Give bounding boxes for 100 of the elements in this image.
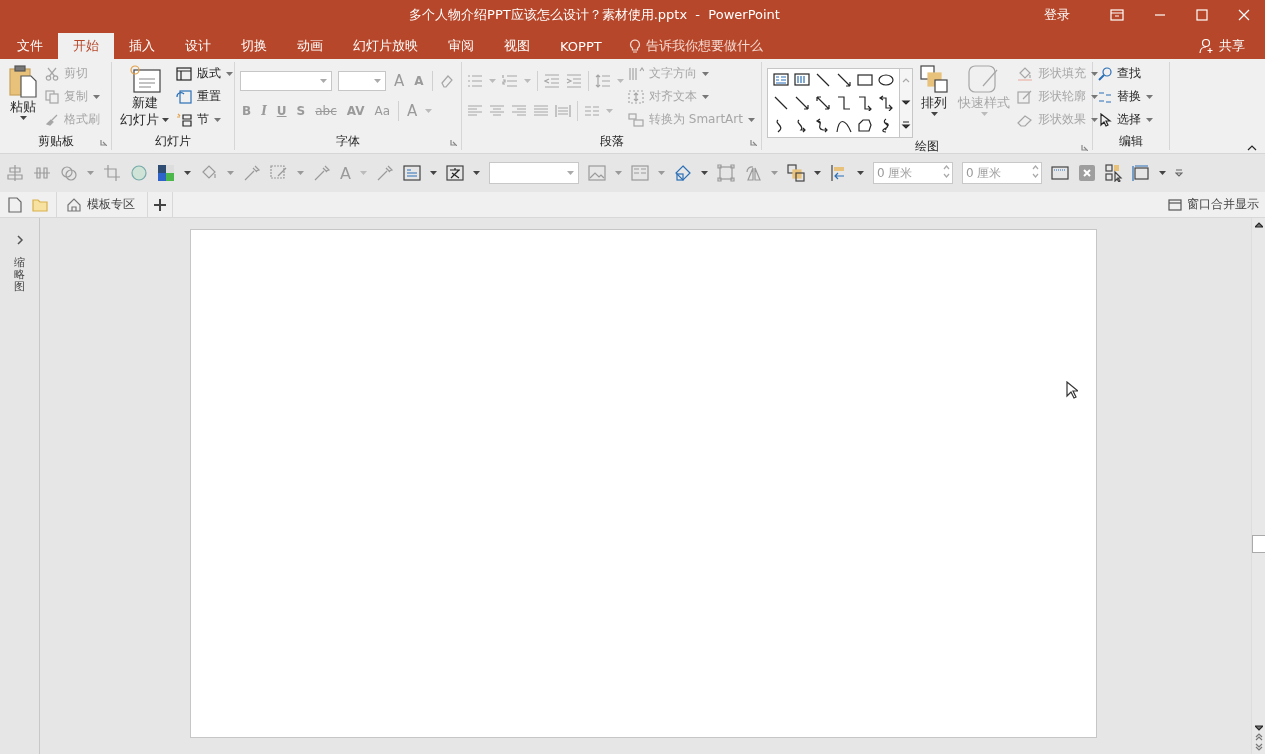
shape-style-icon[interactable] [673, 164, 692, 182]
ribbon-button[interactable]: 选择 [1098, 110, 1153, 129]
shapes-merge-icon[interactable] [60, 164, 78, 182]
text-box-icon[interactable] [773, 72, 789, 88]
caret-icon[interactable] [19, 116, 27, 120]
caret-icon[interactable] [429, 171, 437, 175]
ribbon-button[interactable]: 节 [176, 110, 233, 129]
text-wrap-icon[interactable] [445, 164, 464, 182]
bring-forward-icon[interactable] [786, 164, 805, 182]
paste-button[interactable]: 粘贴 [5, 62, 41, 122]
size-icon[interactable] [1131, 164, 1150, 182]
format-button[interactable]: U [274, 104, 289, 118]
text-box-icon[interactable] [402, 164, 421, 182]
line-icon[interactable] [815, 72, 831, 88]
caret-icon[interactable] [214, 117, 221, 122]
ribbon-button[interactable]: 替换 [1098, 87, 1153, 106]
ribbon-button[interactable]: 版式 [176, 64, 233, 83]
ribbon-tab[interactable]: 审阅 [433, 33, 489, 59]
numbering-icon[interactable] [502, 74, 518, 88]
format-button[interactable]: I [259, 104, 269, 118]
collapse-ribbon-icon[interactable] [1247, 144, 1257, 151]
eyedropper-icon[interactable] [243, 164, 261, 182]
dialog-launcher-icon[interactable] [100, 139, 107, 146]
ribbon-tab[interactable]: 切换 [226, 33, 282, 59]
previous-slide-icon[interactable] [1254, 733, 1263, 741]
add-tab-icon[interactable] [153, 197, 167, 212]
thumbnails-panel-label[interactable]: 缩略图 [14, 257, 25, 294]
ribbon-button[interactable]: 查找 [1098, 64, 1153, 83]
merge-windows-button[interactable]: 窗口合并显示 [1187, 196, 1259, 213]
crop-icon[interactable] [103, 164, 121, 182]
ribbon-button[interactable]: 重置 [176, 87, 233, 106]
freeform-icon[interactable] [857, 118, 873, 134]
format-button[interactable]: abc [313, 104, 339, 118]
delete-icon[interactable] [1077, 164, 1096, 182]
ribbon-tab[interactable]: 插入 [114, 33, 170, 59]
dialog-launcher-icon[interactable] [450, 139, 457, 146]
ribbon-tab[interactable]: 视图 [489, 33, 545, 59]
arrow-icon[interactable] [836, 72, 852, 88]
dialog-launcher-icon[interactable] [1081, 144, 1088, 151]
shrink-font-button[interactable]: A [412, 74, 426, 88]
font-color-button[interactable]: A [405, 102, 420, 120]
size-spin-field[interactable]: 0 厘米 [872, 162, 953, 184]
elbow-connector-icon[interactable] [836, 95, 852, 111]
keyboard-icon[interactable] [1050, 164, 1069, 182]
spin-arrows-icon[interactable] [1031, 165, 1039, 178]
line-spacing-icon[interactable] [595, 74, 611, 88]
caret-icon[interactable] [1146, 117, 1153, 122]
vertical-text-box-icon[interactable] [794, 72, 810, 88]
document-tab[interactable]: 模板专区 [57, 192, 148, 217]
decrease-indent-icon[interactable] [544, 74, 560, 88]
folder-icon[interactable] [32, 197, 48, 212]
ribbon-tab[interactable]: 动画 [282, 33, 338, 59]
ribbon-display-icon[interactable] [1110, 9, 1124, 21]
caret-icon[interactable] [162, 118, 169, 122]
font-size-field[interactable] [338, 71, 386, 91]
align-objects-icon[interactable] [6, 164, 24, 182]
double-arrow-icon[interactable] [815, 95, 831, 111]
spin-arrows-icon[interactable] [942, 165, 950, 178]
arrange-button[interactable]: 排列 [917, 62, 951, 118]
oval-icon[interactable] [878, 72, 894, 88]
group-icon[interactable] [716, 164, 735, 182]
rectangle-icon[interactable] [857, 72, 873, 88]
format-button[interactable]: AV [344, 104, 367, 118]
caret-icon[interactable] [1146, 94, 1153, 99]
caret-icon[interactable] [1158, 171, 1166, 175]
new-slide-button[interactable]: 新建 幻灯片 [117, 62, 172, 130]
caret-icon[interactable] [226, 71, 233, 76]
elbow-double-arrow-icon[interactable] [878, 95, 894, 111]
ribbon-tab[interactable]: 开始 [58, 33, 114, 59]
selection-pane-icon[interactable] [1104, 164, 1123, 182]
new-file-icon[interactable] [8, 196, 22, 213]
format-button[interactable]: B [240, 104, 254, 118]
scroll-up-icon[interactable] [1254, 222, 1263, 228]
arrow-icon[interactable] [794, 95, 810, 111]
eyedropper-icon[interactable] [313, 164, 331, 182]
next-slide-icon[interactable] [1254, 743, 1263, 751]
scroll-down-icon[interactable] [1254, 725, 1263, 731]
edit-shape-icon[interactable] [270, 164, 288, 182]
share-button[interactable]: 共享 [1219, 37, 1245, 55]
dropdown-field[interactable] [488, 162, 579, 184]
dialog-launcher-icon[interactable] [750, 139, 757, 146]
caret-icon[interactable] [813, 171, 821, 175]
color-fill-icon[interactable] [157, 164, 175, 182]
scroll-down-icon[interactable] [901, 98, 911, 106]
format-button[interactable]: Aa [372, 104, 393, 118]
caret-icon[interactable] [472, 171, 480, 175]
caret-icon[interactable] [184, 171, 191, 175]
caret-icon[interactable] [930, 112, 938, 116]
layout-icon[interactable] [630, 164, 649, 182]
distribute-icon[interactable] [33, 164, 51, 182]
maximize-icon[interactable] [1196, 9, 1208, 21]
caret-icon[interactable] [856, 171, 864, 175]
line-icon[interactable] [773, 95, 789, 111]
more-icon[interactable] [901, 120, 911, 130]
caret-icon[interactable] [700, 171, 708, 175]
picture-icon[interactable] [587, 164, 606, 182]
increase-indent-icon[interactable] [566, 74, 582, 88]
distribute-icon[interactable] [555, 104, 571, 118]
expand-icon[interactable] [15, 235, 24, 245]
scrollbar-thumb[interactable] [1251, 535, 1265, 553]
